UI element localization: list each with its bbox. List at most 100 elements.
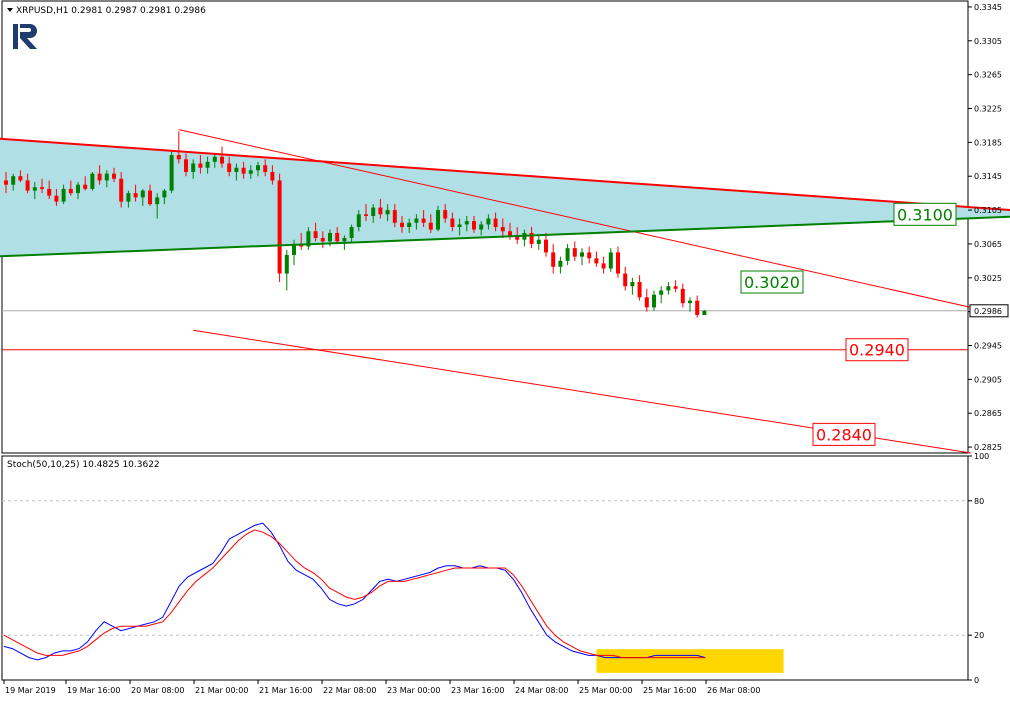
candle-body [328, 232, 332, 242]
candle-body [472, 221, 476, 230]
price-tick-label: 0.3225 [974, 104, 1002, 113]
candle-body [176, 155, 181, 160]
level-label: 0.2840 [816, 425, 872, 444]
candle-body [500, 227, 505, 232]
candle-body [54, 195, 59, 202]
candle-body [565, 248, 570, 261]
candle-body [184, 159, 188, 172]
candle-body [580, 252, 584, 257]
candle-body [392, 210, 397, 223]
candle-body [400, 222, 404, 227]
candle-body [284, 254, 289, 274]
level-label: 0.3100 [897, 205, 953, 224]
candle-body [119, 178, 124, 202]
candle-body [335, 232, 340, 242]
candle-body [104, 173, 109, 181]
candle-body [659, 290, 664, 295]
candle-body [90, 173, 95, 189]
time-tick-label: 21 Mar 16:00 [259, 686, 312, 695]
level-label: 0.2940 [849, 341, 905, 360]
price-tick-label: 0.2945 [974, 342, 1002, 351]
candle-body [616, 252, 620, 274]
candle-body [407, 222, 412, 227]
candle-body [342, 238, 347, 242]
candle-body [270, 171, 275, 181]
candle-body [428, 222, 433, 230]
candle-body [587, 252, 592, 259]
stoch-tick-label: 20 [974, 631, 984, 640]
candle-body [421, 218, 426, 223]
candle-body [313, 231, 318, 239]
price-tick-label: 0.2865 [974, 409, 1002, 418]
price-tick-label: 0.3345 [974, 3, 1002, 12]
candle-body [594, 258, 599, 264]
candle-body [688, 300, 692, 304]
candle-body [551, 252, 556, 267]
candle-body [205, 161, 210, 168]
candle-body [83, 184, 88, 189]
candle-body [558, 260, 563, 267]
candle-body [40, 187, 44, 189]
candle-body [623, 273, 628, 287]
candle-body [140, 190, 145, 198]
candle-body [4, 180, 8, 185]
candle-body [536, 239, 541, 244]
candle-body [364, 214, 368, 216]
candle-body [25, 180, 30, 191]
candle-body [248, 170, 253, 174]
candle-body [97, 173, 102, 181]
candle-body [673, 286, 678, 289]
candle-body [371, 207, 376, 216]
candle-body [76, 184, 80, 194]
stoch-tick-label: 80 [974, 497, 984, 506]
candle-body [450, 218, 455, 227]
candle-body [277, 180, 282, 274]
stoch-tick-label: 100 [974, 452, 989, 461]
candle-body [155, 197, 160, 205]
level-label: 0.3020 [744, 273, 800, 292]
price-tick-label: 0.2905 [974, 375, 1002, 384]
candle-body [241, 167, 246, 174]
candle-body [320, 238, 325, 242]
logo-stem [13, 24, 18, 49]
candle-body [652, 294, 656, 308]
symbol-info: XRPUSD,H1 0.2981 0.2987 0.2981 0.2986 [16, 6, 206, 16]
chart-canvas: 0.3100 0.3020 0.2940 0.2840 0.3345 0.3305 0.3… [0, 0, 1010, 695]
time-tick-label: 20 Mar 08:00 [131, 686, 184, 695]
candle-body [637, 282, 642, 298]
candle-body [608, 252, 613, 269]
candle-body [256, 165, 260, 171]
candle-body [212, 156, 217, 162]
candle-body [666, 286, 671, 291]
price-tick-label: 0.3305 [974, 37, 1002, 46]
price-tick-label: 0.3145 [974, 172, 1002, 181]
indicator-info: Stoch(50,10,25) 10.4825 10.3622 [7, 460, 160, 470]
candle-body [263, 165, 268, 172]
candle-body [680, 288, 685, 304]
candle-body [227, 163, 232, 172]
candle-body [198, 163, 203, 168]
time-tick-label: 25 Mar 16:00 [643, 686, 696, 695]
time-tick-label: 24 Mar 08:00 [515, 686, 568, 695]
price-tick-label: 0.2825 [974, 443, 1002, 452]
candle-body [630, 282, 635, 287]
candle-body [220, 156, 224, 164]
candle-body [169, 155, 174, 191]
candle-body [133, 193, 138, 198]
candle-body [544, 239, 548, 253]
candle-body [385, 210, 390, 215]
candle-body [572, 248, 577, 257]
candle-body [493, 218, 498, 227]
candle-body [436, 210, 440, 230]
time-tick-label: 21 Mar 00:00 [195, 686, 248, 695]
oversold-highlight [596, 649, 784, 673]
time-tick-label: 26 Mar 08:00 [707, 686, 760, 695]
candle-body [234, 167, 239, 172]
price-tick-label: 0.3185 [974, 138, 1002, 147]
time-tick-label: 19 Mar 2019 [5, 686, 56, 695]
candle-body [414, 218, 419, 223]
candle-body [695, 300, 700, 316]
price-tick-label: 0.3265 [974, 71, 1002, 80]
candle-body [47, 188, 52, 196]
candle-body [378, 207, 383, 215]
